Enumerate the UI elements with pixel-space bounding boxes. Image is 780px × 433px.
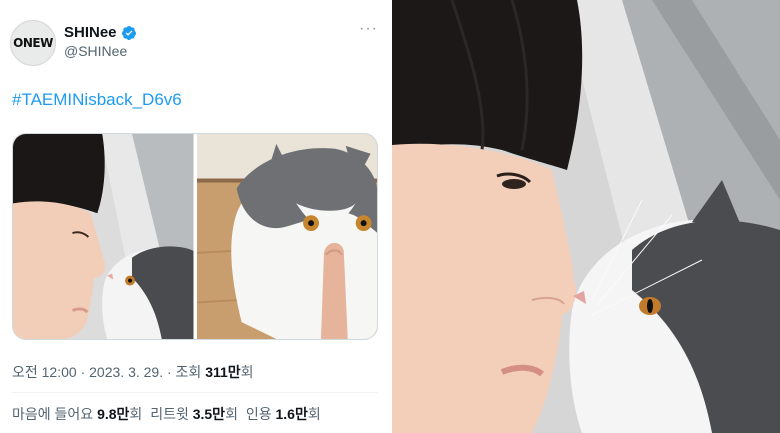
tweet-stats: 마음에 들어요 9.8만회 리트윗 3.5만회 인용 1.6만회 [12, 404, 321, 424]
avatar-text: ONEW [13, 36, 53, 50]
tweet-header: ONEW SHINee @SHINee ··· [10, 20, 380, 68]
views-label: 조회 [175, 364, 206, 380]
quotes-stat[interactable]: 인용 1.6만회 [242, 404, 321, 424]
tweet-card: ONEW SHINee @SHINee ··· #TAEMINisback_D6… [0, 0, 390, 433]
media-grid [12, 133, 378, 340]
quotes-unit: 회 [307, 406, 321, 422]
likes-stat[interactable]: 마음에 들어요 9.8만회 [12, 404, 142, 424]
likes-label: 마음에 들어요 [12, 406, 98, 422]
retweets-unit: 회 [225, 406, 238, 422]
retweets-count: 3.5만 [192, 406, 226, 422]
retweets-label: 리트윗 [150, 406, 193, 422]
verified-badge-icon [121, 25, 136, 40]
meta-separator: · [76, 364, 90, 380]
divider [12, 392, 378, 393]
more-dots-icon[interactable]: ··· [359, 21, 378, 37]
quotes-label: 인용 [245, 406, 276, 422]
meta-separator: · [163, 364, 176, 380]
views-count: 311만 [205, 364, 241, 380]
name-row: SHINee [64, 24, 137, 41]
photo-1[interactable] [13, 134, 194, 339]
photo-2-image [196, 134, 377, 339]
photo-2[interactable] [196, 134, 377, 339]
likes-count: 9.8만 [97, 406, 130, 422]
handle[interactable]: @SHINee [64, 43, 127, 59]
enlarged-photo-image [392, 0, 780, 433]
views-unit: 회 [240, 364, 254, 380]
photo-1-image [13, 134, 194, 339]
hashtag-link[interactable]: #TAEMINisback_D6v6 [12, 90, 182, 110]
tweet-time[interactable]: 오전 12:00 [12, 364, 77, 380]
likes-unit: 회 [129, 406, 143, 422]
tweet-date[interactable]: 2023. 3. 29. [89, 364, 163, 380]
display-name[interactable]: SHINee [64, 24, 117, 41]
enlarged-photo [392, 0, 780, 433]
quotes-count: 1.6만 [275, 406, 308, 422]
avatar[interactable]: ONEW [10, 20, 56, 66]
tweet-meta: 오전 12:00 · 2023. 3. 29. · 조회 311만회 [12, 362, 254, 382]
retweets-stat[interactable]: 리트윗 3.5만회 [146, 404, 238, 424]
